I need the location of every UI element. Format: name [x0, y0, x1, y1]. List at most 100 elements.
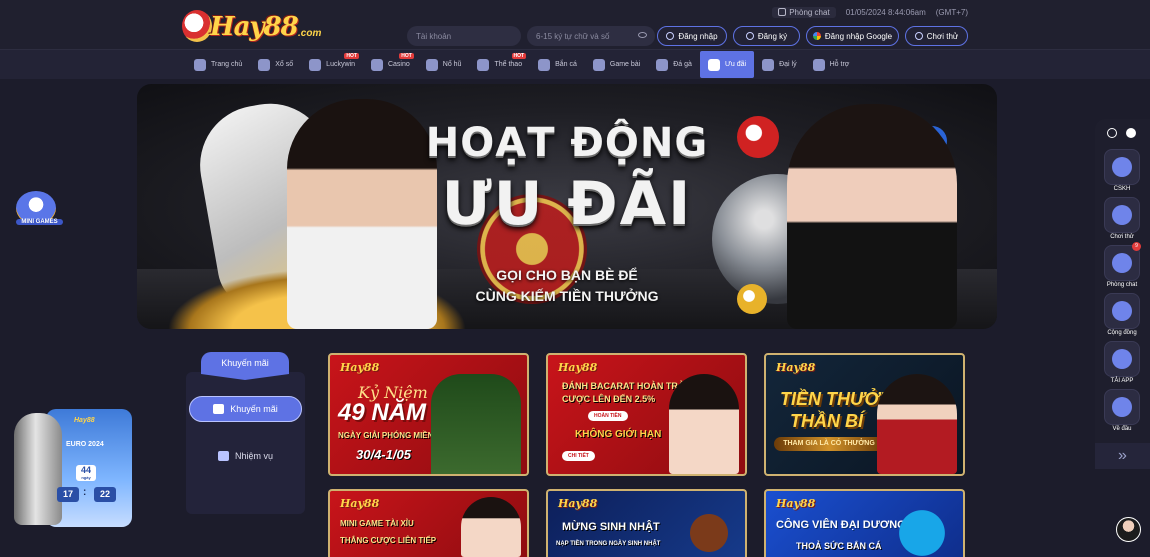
headset-icon	[1112, 157, 1132, 177]
sidebar-item-3[interactable]: Cộng đồng	[1102, 293, 1142, 336]
promo-menu-tab: Khuyến mãi	[201, 352, 289, 380]
trophy-icon	[14, 413, 62, 525]
countdown-days-value: 44	[80, 465, 91, 475]
eye-icon[interactable]	[638, 32, 647, 38]
chat-icon	[778, 8, 787, 16]
nav-item-5[interactable]: Thể thao HOT	[469, 51, 530, 78]
card-ribbon: THAM GIA LÀ CÓ THƯỞNG	[774, 437, 884, 451]
nav-label: Đá gà	[673, 61, 692, 68]
card-big-title: 49 NĂM	[338, 399, 427, 426]
try-play-button[interactable]: Chơi thử	[905, 26, 968, 46]
card-model-art	[669, 374, 739, 474]
sidebar-item-label: TẢI APP	[1110, 378, 1134, 384]
gamepad-icon	[914, 32, 923, 40]
sidebar-item-0[interactable]: CSKH	[1102, 149, 1142, 192]
nav-item-6[interactable]: Bắn cá	[530, 51, 585, 78]
nav-icon	[812, 58, 825, 71]
login-button[interactable]: Đăng nhập	[657, 26, 727, 46]
arrow-up-icon	[1112, 397, 1132, 417]
nav-label: Game bài	[609, 61, 641, 68]
sidebar-item-1[interactable]: Chơi thử	[1102, 197, 1142, 240]
promo-hero-banner[interactable]: HOẠT ĐỘNG ƯU ĐÃI GỌI CHO BẠN BÈ ĐỂ CÙNG …	[137, 84, 997, 329]
nav-item-4[interactable]: Nổ hũ	[418, 51, 470, 78]
card-big-title: MỪNG SINH NHẬT	[562, 521, 660, 533]
try-play-label: Chơi thử	[926, 31, 959, 41]
register-button[interactable]: Đăng ký	[733, 26, 800, 46]
nav-item-8[interactable]: Đá gà	[648, 51, 700, 78]
login-label: Đăng nhập	[678, 31, 718, 41]
nav-item-7[interactable]: Game bài	[585, 51, 648, 78]
right-quick-sidebar: » CSKH Chơi thử Phòng chat 9 Cộng đồng TẢI AP…	[1095, 119, 1150, 469]
top-status-bar: Phòng chat 01/05/2024 8:44:06am (GMT+7)	[772, 5, 968, 19]
light-theme-dot[interactable]	[1126, 128, 1136, 138]
nav-label: Casino	[387, 61, 410, 68]
site-logo[interactable]: Hay88 .com	[182, 8, 322, 44]
nav-label: Hỗ trợ	[829, 61, 850, 68]
promo-card-baccarat-refund[interactable]: Hay88 ĐÁNH BACARAT HOÀN TRẢ CƯỢC LÊN ĐẾN…	[546, 353, 747, 476]
mini-games-float-button[interactable]: MINI GAMES	[16, 191, 63, 229]
support-avatar[interactable]	[1116, 517, 1141, 542]
sidebar-item-circle	[1104, 389, 1140, 425]
card-model-art	[461, 497, 521, 557]
telegram-icon	[1112, 301, 1132, 321]
user-icon	[666, 32, 675, 40]
password-input[interactable]: 6-15 ký tự chữ và số	[527, 26, 655, 46]
sidebar-item-label: CSKH	[1113, 186, 1131, 192]
nav-icon	[538, 58, 551, 71]
account-placeholder: Tài khoản	[416, 31, 452, 41]
nav-item-3[interactable]: Casino HOT	[363, 51, 418, 78]
promo-card-mini-game[interactable]: Hay88 MINI GAME TÀI XỈU THẮNG CƯỢC LIÊN …	[328, 489, 529, 557]
nav-item-11[interactable]: Hỗ trợ	[805, 51, 858, 78]
card-line-b: THẮNG CƯỢC LIÊN TIẾP	[340, 536, 437, 545]
banner-subtitle-line2: CÙNG KIẾM TIỀN THƯỞNG	[475, 288, 659, 304]
account-input[interactable]: Tài khoản	[407, 26, 521, 46]
dark-theme-dot[interactable]	[1107, 128, 1117, 138]
card-detail-button[interactable]: CHI TIẾT	[562, 451, 595, 461]
card-line-a: ĐÁNH BACARAT HOÀN TRẢ	[562, 381, 685, 391]
sidebar-item-label: Cộng đồng	[1107, 330, 1137, 336]
mobile-app-icon	[1112, 349, 1132, 369]
sidebar-item-5[interactable]: Về đầu	[1102, 389, 1142, 432]
nav-item-2[interactable]: Luckywin HOT	[301, 51, 363, 78]
hot-badge: HOT	[344, 53, 359, 59]
sidebar-item-4[interactable]: TẢI APP	[1102, 341, 1142, 384]
promo-menu-item-1[interactable]: Nhiệm vụ	[189, 443, 302, 469]
promo-card-mystery-bonus[interactable]: Hay88 TIỀN THƯỞNG THẦN BÍ THAM GIA LÀ CÓ…	[764, 353, 965, 476]
theme-toggle[interactable]	[1107, 128, 1136, 138]
promo-card-ocean-park[interactable]: Hay88 CÔNG VIÊN ĐẠI DƯƠNG THOẢ SỨC BẮN C…	[764, 489, 965, 557]
sidebar-item-circle	[1104, 293, 1140, 329]
nav-icon	[592, 58, 605, 71]
google-login-button[interactable]: Đăng nhập Google	[806, 26, 899, 46]
card-line-b: CƯỢC LÊN ĐẾN 2.5%	[562, 394, 656, 404]
card-model-art	[877, 374, 957, 474]
card-brand: Hay88	[776, 497, 816, 510]
nav-item-0[interactable]: Trang chủ	[186, 51, 250, 78]
sidebar-item-circle	[1104, 197, 1140, 233]
chat-room-link[interactable]: Phòng chat	[772, 6, 836, 18]
logo-text: Hay88	[210, 12, 299, 42]
nav-icon	[707, 58, 720, 71]
nav-label: Nổ hũ	[442, 61, 462, 68]
card-title-b: THẦN BÍ	[790, 411, 863, 431]
card-cake-art	[679, 497, 739, 557]
nav-icon	[477, 58, 490, 71]
card-line-c: KHÔNG GIỚI HẠN	[575, 429, 662, 440]
nav-item-9[interactable]: Ưu đãi	[699, 51, 755, 78]
nav-item-10[interactable]: Đại lý	[754, 51, 805, 78]
countdown-days: 44 ngày	[76, 465, 96, 481]
nav-item-1[interactable]: Xổ số	[250, 51, 301, 78]
promo-card-anniversary[interactable]: Hay88 Kỷ Niệm 49 NĂM NGÀY GIẢI PHÓNG MIỀ…	[328, 353, 529, 476]
nav-icon	[656, 58, 669, 71]
sidebar-collapse-button[interactable]: »	[1095, 443, 1150, 469]
card-brand: Hay88	[558, 497, 598, 510]
card-fish-art	[887, 497, 957, 557]
promo-card-birthday[interactable]: Hay88 MỪNG SINH NHẬT NẠP TIỀN TRONG NGÀY…	[546, 489, 747, 557]
card-line-b: 30/4-1/05	[356, 447, 411, 462]
sidebar-item-2[interactable]: Phòng chat 9	[1102, 242, 1142, 288]
euro-countdown-widget[interactable]: Hay88 EURO 2024 44 ngày 17 : 22	[14, 407, 132, 527]
sidebar-item-label: Chơi thử	[1110, 234, 1134, 240]
promo-menu-item-0[interactable]: Khuyến mãi	[189, 396, 302, 422]
google-icon	[812, 32, 821, 40]
promo-menu-label: Khuyến mãi	[230, 404, 278, 414]
card-tag: HOÀN TIỀN	[588, 411, 628, 421]
